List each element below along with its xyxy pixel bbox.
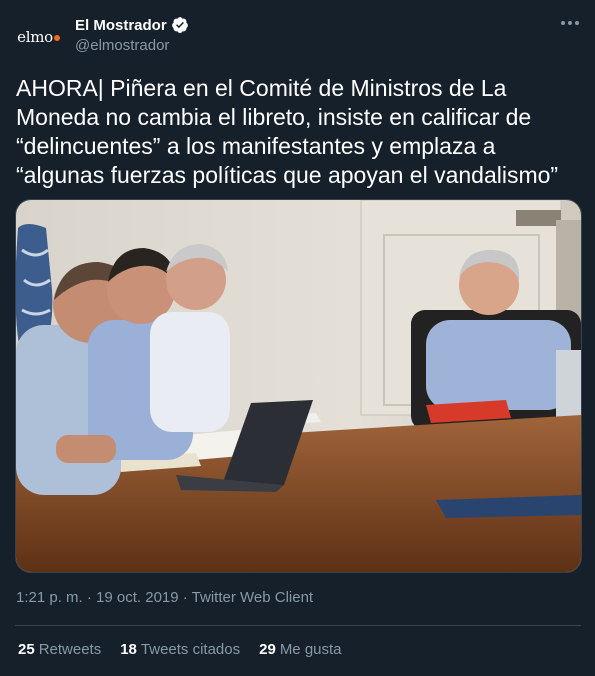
quote-tweets-label: Tweets citados — [140, 641, 241, 658]
quote-tweets-count: 18 — [120, 641, 137, 658]
more-dot — [568, 21, 572, 25]
photo-meeting-illustration — [16, 200, 581, 572]
likes-count: 29 — [259, 641, 276, 658]
tweet-timestamp[interactable]: 1:21 p. m. · 19 oct. 2019 — [16, 589, 179, 606]
tweet-text: AHORA| Piñera en el Comité de Ministros … — [16, 75, 559, 188]
tweet-client[interactable]: Twitter Web Client — [192, 589, 313, 606]
verified-badge-icon — [171, 17, 188, 33]
tweet-photo[interactable] — [15, 199, 582, 573]
avatar[interactable]: elmo — [14, 12, 63, 61]
more-dot — [575, 21, 579, 25]
avatar-logo-text: elmo — [17, 27, 53, 46]
stat-likes[interactable]: 29 Me gusta — [259, 641, 341, 658]
likes-label: Me gusta — [279, 641, 342, 658]
tweet-card: elmo El Mostrador @elmostrador AHORA| Pi… — [0, 0, 595, 676]
retweets-label: Retweets — [38, 641, 102, 658]
more-options-icon[interactable] — [561, 14, 579, 32]
retweets-count: 25 — [18, 641, 35, 658]
stat-retweets[interactable]: 25 Retweets — [18, 641, 101, 658]
meta-separator: · — [178, 589, 192, 606]
author-handle[interactable]: @elmostrador — [75, 37, 169, 54]
tweet-meta: 1:21 p. m. · 19 oct. 2019 · Twitter Web … — [16, 589, 313, 606]
avatar-logo-dot — [53, 35, 60, 41]
avatar-logo: elmo — [17, 28, 60, 46]
divider — [15, 625, 581, 626]
author-name-row: El Mostrador — [75, 16, 189, 34]
more-dot — [561, 21, 565, 25]
tweet-stats: 25 Retweets 18 Tweets citados 29 Me gusta — [18, 641, 361, 658]
display-name[interactable]: El Mostrador — [75, 17, 167, 34]
stat-quote-tweets[interactable]: 18 Tweets citados — [120, 641, 240, 658]
